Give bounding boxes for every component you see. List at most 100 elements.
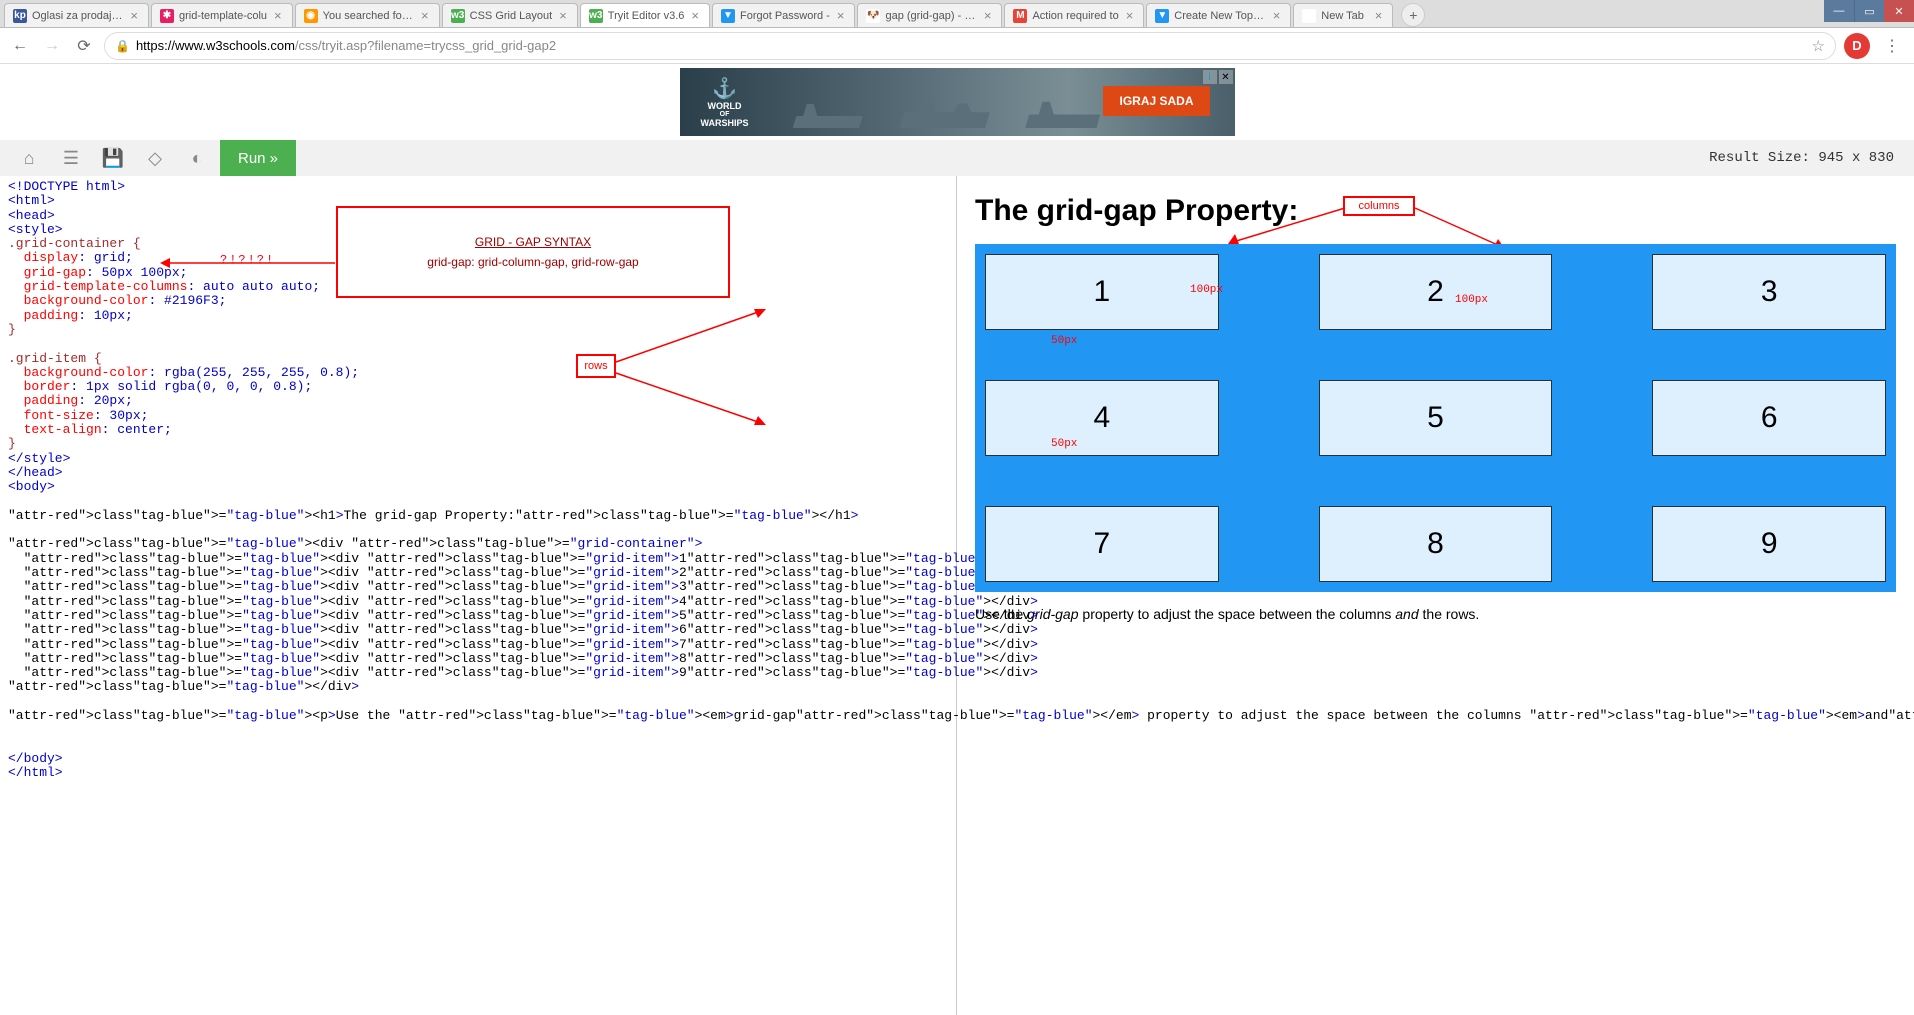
menu-icon[interactable]: ☰ xyxy=(52,140,90,176)
tab-close-icon[interactable]: × xyxy=(1124,8,1136,23)
tab-title: Action required to xyxy=(1032,10,1118,22)
back-button[interactable]: ← xyxy=(8,34,32,58)
tab-title: gap (grid-gap) - CS xyxy=(885,10,976,22)
tab-favicon-icon: kp xyxy=(13,9,27,23)
tab-strip: kp Oglasi za prodaju st × ✱ grid-template-co… xyxy=(0,0,1914,28)
browser-tab[interactable]: w3 CSS Grid Layout × xyxy=(442,3,578,27)
tab-close-icon[interactable]: × xyxy=(128,8,140,23)
reload-button[interactable]: ⟳ xyxy=(72,34,96,58)
profile-avatar[interactable]: D xyxy=(1844,33,1870,59)
browser-tab[interactable]: kp Oglasi za prodaju st × xyxy=(4,3,149,27)
result-size-label: Result Size: 945 x 830 xyxy=(1709,150,1904,166)
annotation-title: GRID - GAP SYNTAX xyxy=(475,235,591,249)
browser-menu-icon[interactable]: ⋮ xyxy=(1878,36,1906,56)
tab-close-icon[interactable]: × xyxy=(272,8,284,23)
forward-button[interactable]: → xyxy=(40,34,64,58)
tab-favicon-icon: ◉ xyxy=(304,9,318,23)
home-icon[interactable]: ⌂ xyxy=(10,140,48,176)
tab-close-icon[interactable]: × xyxy=(1271,8,1283,23)
window-close-button[interactable]: ✕ xyxy=(1884,0,1914,22)
tab-close-icon[interactable]: × xyxy=(419,8,431,23)
browser-tab[interactable]: 🐶 gap (grid-gap) - CS × xyxy=(857,3,1002,27)
tab-favicon-icon xyxy=(1302,9,1316,23)
address-bar-row: ← → ⟳ 🔒 https://www.w3schools.com/css/tr… xyxy=(0,28,1914,64)
grid-item: 5 xyxy=(1319,380,1553,456)
tab-close-icon[interactable]: × xyxy=(1373,8,1385,23)
url-bar[interactable]: 🔒 https://www.w3schools.com/css/tryit.as… xyxy=(104,32,1836,60)
result-heading: The grid-gap Property: xyxy=(975,194,1896,228)
tab-title: CSS Grid Layout xyxy=(470,10,553,22)
browser-tab[interactable]: ✱ grid-template-colu × xyxy=(151,3,293,27)
ad-logo: ⚓ WORLD OF WARSHIPS xyxy=(680,76,770,128)
theme-icon[interactable]: ◐ xyxy=(178,140,216,176)
ad-cta-button[interactable]: IGRAJ SADA xyxy=(1103,86,1209,116)
ad-info-icon[interactable]: i xyxy=(1203,70,1217,84)
lock-icon: 🔒 xyxy=(115,39,130,53)
ad-banner-container: ⚓ WORLD OF WARSHIPS IGRAJ SADA i ✕ xyxy=(0,64,1914,140)
browser-tab[interactable]: New Tab × xyxy=(1293,3,1393,27)
window-maximize-button[interactable]: ▭ xyxy=(1854,0,1884,22)
run-button[interactable]: Run » xyxy=(220,140,296,176)
grid-container: 100px 100px 50px 50px 123456789 xyxy=(975,244,1896,592)
annotation-gap-label: 50px xyxy=(1051,335,1077,347)
tab-favicon-icon: ▼ xyxy=(1155,9,1169,23)
url-text: https://www.w3schools.com/css/tryit.asp?… xyxy=(136,38,1806,53)
grid-item: 8 xyxy=(1319,506,1553,582)
tab-close-icon[interactable]: × xyxy=(557,8,569,23)
tab-title: grid-template-colu xyxy=(179,10,267,22)
url-path: /css/tryit.asp?filename=trycss_grid_grid… xyxy=(295,38,556,53)
browser-tab[interactable]: ▼ Create New Topic - × xyxy=(1146,3,1291,27)
result-description: Use the grid-gap property to adjust the … xyxy=(975,606,1896,622)
grid-item: 9 xyxy=(1652,506,1886,582)
editor-toolbar: ⌂ ☰ 💾 ◇ ◐ Run » Result Size: 945 x 830 xyxy=(0,140,1914,176)
tab-close-icon[interactable]: × xyxy=(835,8,847,23)
code-pane[interactable]: <!DOCTYPE html> <html> <head> <style> .g… xyxy=(0,176,957,1015)
result-pane: The grid-gap Property: columns 100px 100… xyxy=(957,176,1914,1015)
tab-favicon-icon: w3 xyxy=(451,9,465,23)
tab-favicon-icon: M xyxy=(1013,9,1027,23)
save-icon[interactable]: 💾 xyxy=(94,140,132,176)
tab-title: Tryit Editor v3.6 xyxy=(608,10,685,22)
grid-item: 4 xyxy=(985,380,1219,456)
browser-tab[interactable]: M Action required to × xyxy=(1004,3,1144,27)
browser-tab[interactable]: ▼ Forgot Password - × xyxy=(712,3,855,27)
tab-close-icon[interactable]: × xyxy=(982,8,994,23)
grid-item: 6 xyxy=(1652,380,1886,456)
ad-close-icon[interactable]: ✕ xyxy=(1219,70,1233,84)
tab-title: Oglasi za prodaju st xyxy=(32,10,123,22)
tab-title: Create New Topic - xyxy=(1174,10,1265,22)
tab-favicon-icon: 🐶 xyxy=(866,9,880,23)
tab-title: Forgot Password - xyxy=(740,10,830,22)
browser-tab[interactable]: w3 Tryit Editor v3.6 × xyxy=(580,3,710,27)
tab-close-icon[interactable]: × xyxy=(689,8,701,23)
anchor-icon: ⚓ xyxy=(712,76,737,101)
tab-title: New Tab xyxy=(1321,10,1367,22)
ad-logo-text: OF xyxy=(720,111,730,118)
annotation-rows-box: rows xyxy=(576,354,616,378)
annotation-gap-label: 50px xyxy=(1051,438,1077,450)
grid-item: 7 xyxy=(985,506,1219,582)
annotation-body: grid-gap: grid-column-gap, grid-row-gap xyxy=(427,255,638,269)
tab-favicon-icon: w3 xyxy=(589,9,603,23)
grid-item: 3 xyxy=(1652,254,1886,330)
annotation-columns-box: columns xyxy=(1343,196,1415,216)
window-minimize-button[interactable]: — xyxy=(1824,0,1854,22)
editor-split: <!DOCTYPE html> <html> <head> <style> .g… xyxy=(0,176,1914,1015)
window-controls: — ▭ ✕ xyxy=(1824,0,1914,22)
rotate-icon[interactable]: ◇ xyxy=(136,140,174,176)
tab-favicon-icon: ✱ xyxy=(160,9,174,23)
ad-banner[interactable]: ⚓ WORLD OF WARSHIPS IGRAJ SADA i ✕ xyxy=(680,68,1235,136)
tab-title: You searched for gr xyxy=(323,10,414,22)
tab-favicon-icon: ▼ xyxy=(721,9,735,23)
grid-item: 1 xyxy=(985,254,1219,330)
new-tab-button[interactable]: + xyxy=(1401,3,1425,27)
annotation-syntax-box: GRID - GAP SYNTAX grid-gap: grid-column-… xyxy=(336,206,730,298)
bookmark-star-icon[interactable]: ☆ xyxy=(1812,37,1825,55)
annotation-exclaim: ?!?!?! xyxy=(220,253,275,267)
url-domain: https://www.w3schools.com xyxy=(136,38,295,53)
ad-logo-text: WORLD xyxy=(708,101,742,111)
annotation-gap-label: 100px xyxy=(1190,284,1223,296)
ad-logo-text: WARSHIPS xyxy=(700,118,748,128)
annotation-gap-label: 100px xyxy=(1455,294,1488,306)
browser-tab[interactable]: ◉ You searched for gr × xyxy=(295,3,440,27)
